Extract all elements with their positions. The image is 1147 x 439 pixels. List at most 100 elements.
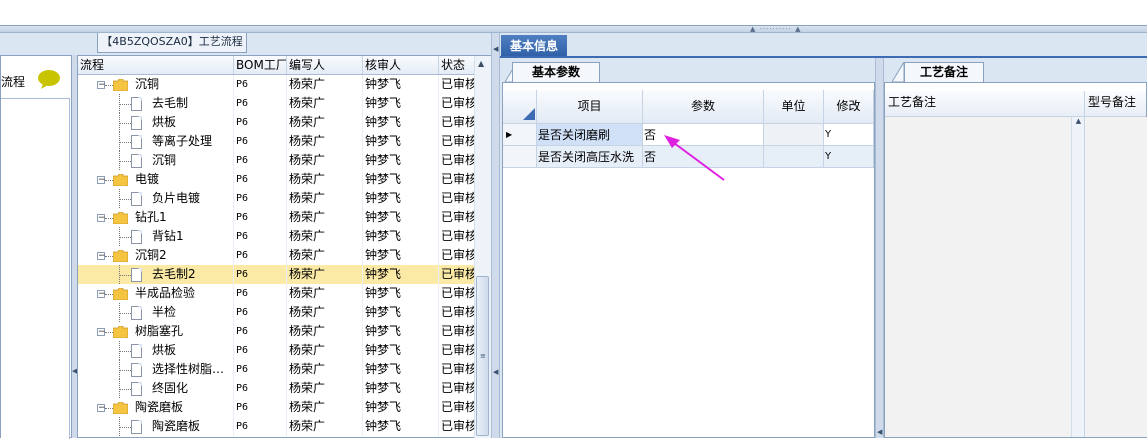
tree-cell-status[interactable]: 已审核 <box>439 189 476 208</box>
tree-cell-bom[interactable]: P6 <box>234 360 287 379</box>
splitter-grip-icon[interactable]: ▲ ·········· ▲ <box>750 26 812 33</box>
tree-cell-name[interactable]: 钻孔1 <box>133 208 234 227</box>
tree-cell-bom[interactable]: P6 <box>234 322 287 341</box>
tree-row[interactable]: − 半成品检验 P6 杨荣广 钟梦飞 已审核 <box>78 284 476 303</box>
tree-cell-writer[interactable]: 杨荣广 <box>287 303 363 322</box>
tree-cell-reviewer[interactable]: 钟梦飞 <box>363 189 439 208</box>
tab-basic-params[interactable]: 基本参数 <box>512 62 600 82</box>
tree-cell-writer[interactable]: 杨荣广 <box>287 94 363 113</box>
tree-cell-status[interactable]: 已审核 <box>439 417 476 436</box>
tree-cell-bom[interactable]: P6 <box>234 398 287 417</box>
right-splitter[interactable]: ◀ <box>875 58 884 438</box>
tree-cell-writer[interactable]: 杨荣广 <box>287 284 363 303</box>
tree-cell-reviewer[interactable]: 钟梦飞 <box>363 303 439 322</box>
collapse-icon[interactable]: − <box>97 290 106 299</box>
col-header-flow[interactable]: 流程 <box>78 56 234 74</box>
tree-cell-writer[interactable]: 杨荣广 <box>287 170 363 189</box>
tree-cell-name[interactable]: 陶瓷磨板 <box>150 417 234 436</box>
tree-cell-writer[interactable]: 杨荣广 <box>287 341 363 360</box>
tree-cell-writer[interactable]: 杨荣广 <box>287 132 363 151</box>
tree-cell-name[interactable]: 烘板 <box>150 113 234 132</box>
tree-row[interactable]: 陶瓷磨板 P6 杨荣广 钟梦飞 已审核 <box>78 417 476 436</box>
tree-cell-name[interactable]: 选择性树脂… <box>150 360 234 379</box>
col-header-value[interactable]: 参数 <box>643 90 764 124</box>
tree-cell-reviewer[interactable]: 钟梦飞 <box>363 170 439 189</box>
tree-cell-writer[interactable]: 杨荣广 <box>287 227 363 246</box>
tree-cell-status[interactable]: 已审核 <box>439 151 476 170</box>
tree-cell-bom[interactable]: P6 <box>234 265 287 284</box>
chat-bubble-icon[interactable] <box>37 69 61 89</box>
col-header-item[interactable]: 项目 <box>537 90 643 124</box>
tree-cell-writer[interactable]: 杨荣广 <box>287 151 363 170</box>
tree-row[interactable]: − 钻孔1 P6 杨荣广 钟梦飞 已审核 <box>78 208 476 227</box>
tree-cell-reviewer[interactable]: 钟梦飞 <box>363 379 439 398</box>
tree-cell-reviewer[interactable]: 钟梦飞 <box>363 208 439 227</box>
tree-row[interactable]: 负片电镀 P6 杨荣广 钟梦飞 已审核 <box>78 189 476 208</box>
tree-cell-reviewer[interactable]: 钟梦飞 <box>363 151 439 170</box>
tree-cell-writer[interactable]: 杨荣广 <box>287 360 363 379</box>
collapse-icon[interactable]: − <box>97 214 106 223</box>
tab-process-notes[interactable]: 工艺备注 <box>904 62 984 82</box>
tree-cell-reviewer[interactable]: 钟梦飞 <box>363 341 439 360</box>
tree-row[interactable]: 选择性树脂… P6 杨荣广 钟梦飞 已审核 <box>78 360 476 379</box>
tree-cell-bom[interactable]: P6 <box>234 379 287 398</box>
model-notes-area[interactable] <box>1084 117 1147 437</box>
tree-cell-name[interactable]: 沉铜 <box>133 75 234 94</box>
tree-cell-bom[interactable]: P6 <box>234 227 287 246</box>
middle-splitter[interactable]: ◀ ◀ <box>491 33 500 438</box>
param-item-cell[interactable]: 是否关闭高压水洗 <box>537 146 643 168</box>
notes-scrollbar[interactable]: ▲ <box>1071 117 1085 437</box>
tree-row[interactable]: − 陶瓷磨板 P6 杨荣广 钟梦飞 已审核 <box>78 398 476 417</box>
tree-row[interactable]: 烘板 P6 杨荣广 钟梦飞 已审核 <box>78 113 476 132</box>
tree-cell-reviewer[interactable]: 钟梦飞 <box>363 94 439 113</box>
tree-row[interactable]: 去毛制 P6 杨荣广 钟梦飞 已审核 <box>78 94 476 113</box>
process-notes-area[interactable] <box>885 117 1071 437</box>
tree-cell-bom[interactable]: P6 <box>234 189 287 208</box>
tree-cell-reviewer[interactable]: 钟梦飞 <box>363 360 439 379</box>
tree-row[interactable]: − 沉铜2 P6 杨荣广 钟梦飞 已审核 <box>78 246 476 265</box>
tree-cell-status[interactable]: 已审核 <box>439 227 476 246</box>
param-modify-cell[interactable]: Y <box>824 146 874 168</box>
tree-row[interactable]: − 树脂塞孔 P6 杨荣广 钟梦飞 已审核 <box>78 322 476 341</box>
tree-cell-writer[interactable]: 杨荣广 <box>287 398 363 417</box>
tree-cell-status[interactable]: 已审核 <box>439 75 476 94</box>
param-modify-cell[interactable]: Y <box>824 124 874 146</box>
tree-cell-name[interactable]: 烘板 <box>150 341 234 360</box>
tree-cell-writer[interactable]: 杨荣广 <box>287 208 363 227</box>
collapse-icon[interactable]: − <box>97 176 106 185</box>
col-header-unit[interactable]: 单位 <box>764 90 824 124</box>
col-header-bom[interactable]: BOM工厂 <box>234 56 287 74</box>
collapse-icon[interactable]: − <box>97 252 106 261</box>
tree-cell-bom[interactable]: P6 <box>234 208 287 227</box>
tree-cell-name[interactable]: 沉铜 <box>150 151 234 170</box>
tree-row[interactable]: 等离子处理 P6 杨荣广 钟梦飞 已审核 <box>78 132 476 151</box>
tree-cell-status[interactable]: 已审核 <box>439 360 476 379</box>
tree-cell-name[interactable]: 半成品检验 <box>133 284 234 303</box>
tree-cell-name[interactable]: 等离子处理 <box>150 132 234 151</box>
tree-cell-reviewer[interactable]: 钟梦飞 <box>363 265 439 284</box>
scroll-thumb[interactable]: ≡ <box>476 276 489 436</box>
tree-cell-name[interactable]: 负片电镀 <box>150 189 234 208</box>
tree-row[interactable]: 终固化 P6 杨荣广 钟梦飞 已审核 <box>78 379 476 398</box>
tree-cell-reviewer[interactable]: 钟梦飞 <box>363 113 439 132</box>
tree-cell-name[interactable]: 树脂塞孔 <box>133 322 234 341</box>
tree-cell-writer[interactable]: 杨荣广 <box>287 265 363 284</box>
tree-cell-name[interactable]: 沉铜2 <box>133 246 234 265</box>
tree-cell-bom[interactable]: P6 <box>234 94 287 113</box>
tree-row[interactable]: − 沉铜 P6 杨荣广 钟梦飞 已审核 <box>78 75 476 94</box>
tree-cell-writer[interactable]: 杨荣广 <box>287 379 363 398</box>
tree-cell-bom[interactable]: P6 <box>234 132 287 151</box>
tree-row[interactable]: 半检 P6 杨荣广 钟梦飞 已审核 <box>78 303 476 322</box>
tree-cell-status[interactable]: 已审核 <box>439 341 476 360</box>
tree-cell-bom[interactable]: P6 <box>234 151 287 170</box>
tree-cell-reviewer[interactable]: 钟梦飞 <box>363 132 439 151</box>
tree-cell-status[interactable]: 已审核 <box>439 379 476 398</box>
tree-cell-reviewer[interactable]: 钟梦飞 <box>363 284 439 303</box>
tree-row[interactable]: 去毛制2 P6 杨荣广 钟梦飞 已审核 <box>78 265 476 284</box>
tree-scrollbar[interactable]: ▲ ≡ <box>474 56 491 438</box>
tree-cell-status[interactable]: 已审核 <box>439 113 476 132</box>
tree-cell-bom[interactable]: P6 <box>234 113 287 132</box>
tree-cell-writer[interactable]: 杨荣广 <box>287 189 363 208</box>
tree-cell-bom[interactable]: P6 <box>234 284 287 303</box>
row-indicator[interactable] <box>503 146 537 168</box>
